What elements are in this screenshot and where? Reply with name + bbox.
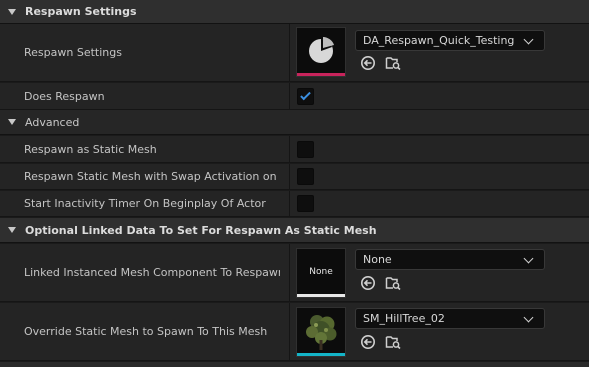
browse-folder-icon[interactable] (385, 275, 401, 291)
category-advanced[interactable]: Advanced (0, 110, 589, 135)
asset-thumbnail[interactable] (296, 27, 346, 77)
property-label: Respawn Settings (24, 46, 122, 59)
collapse-triangle-icon[interactable] (8, 227, 16, 233)
component-picker-value: None (363, 253, 392, 266)
asset-thumbnail[interactable] (296, 307, 346, 357)
column-divider[interactable] (289, 244, 290, 301)
does-respawn-checkbox[interactable] (297, 88, 314, 105)
browse-folder-icon[interactable] (385, 55, 401, 71)
details-panel: Respawn Settings Respawn Settings DA_Res… (0, 0, 589, 367)
respawn-as-static-mesh-checkbox[interactable] (297, 141, 314, 158)
static-mesh-picker-combo[interactable]: SM_HillTree_02 (355, 308, 545, 329)
category-title: Advanced (25, 115, 80, 129)
column-divider[interactable] (289, 303, 290, 360)
chevron-down-icon (523, 312, 534, 323)
collapse-triangle-icon[interactable] (8, 8, 16, 15)
property-row-linked-instanced-mesh: Linked Instanced Mesh Component To Respa… (0, 244, 589, 302)
property-label: Respawn Static Mesh with Swap Activation… (24, 170, 280, 183)
property-label: Linked Instanced Mesh Component To Respa… (24, 266, 280, 279)
component-picker-combo[interactable]: None (355, 249, 545, 270)
use-selected-arrow-icon[interactable] (360, 275, 376, 291)
category-title: Respawn Settings (25, 5, 137, 18)
asset-picker-value: DA_Respawn_Quick_Testing (363, 34, 515, 47)
chevron-down-icon (523, 34, 534, 45)
property-row-does-respawn: Does Respawn (0, 83, 589, 110)
static-mesh-picker-value: SM_HillTree_02 (363, 312, 445, 325)
category-optional-linked-data[interactable]: Optional Linked Data To Set For Respawn … (0, 218, 589, 243)
property-row-start-inactivity-timer: Start Inactivity Timer On Beginplay Of A… (0, 191, 589, 217)
data-asset-pie-icon (309, 37, 334, 63)
column-divider[interactable] (289, 164, 290, 189)
property-row-respawn-settings: Respawn Settings DA_Respawn_Quick_Testin… (0, 24, 589, 82)
property-row-respawn-as-static-mesh: Respawn as Static Mesh (0, 136, 589, 163)
column-divider[interactable] (289, 191, 290, 216)
property-row-respawn-swap-activation: Respawn Static Mesh with Swap Activation… (0, 164, 589, 190)
property-label: Does Respawn (24, 89, 105, 103)
asset-type-color-bar (297, 353, 345, 356)
start-inactivity-timer-checkbox[interactable] (297, 195, 314, 212)
asset-picker-combo[interactable]: DA_Respawn_Quick_Testing (355, 30, 545, 51)
checkmark-icon (300, 89, 311, 101)
column-divider[interactable] (289, 136, 290, 162)
collapse-triangle-icon[interactable] (8, 119, 16, 125)
respawn-swap-activation-checkbox[interactable] (297, 168, 314, 185)
property-row-override-static-mesh: Override Static Mesh to Spawn To This Me… (0, 303, 589, 361)
property-label: Respawn as Static Mesh (24, 142, 157, 156)
next-category-header-partial (0, 362, 589, 367)
asset-type-color-bar (297, 73, 345, 76)
tree-mesh-preview-icon (297, 308, 345, 353)
chevron-down-icon (523, 253, 534, 264)
category-respawn-settings[interactable]: Respawn Settings (0, 0, 589, 24)
property-label: Override Static Mesh to Spawn To This Me… (24, 325, 268, 338)
column-divider[interactable] (289, 83, 290, 109)
property-label: Start Inactivity Timer On Beginplay Of A… (24, 197, 266, 210)
asset-type-color-bar (297, 294, 345, 297)
category-title: Optional Linked Data To Set For Respawn … (25, 223, 377, 237)
use-selected-arrow-icon[interactable] (360, 334, 376, 350)
asset-thumbnail[interactable]: None (296, 248, 346, 298)
thumbnail-none-text: None (309, 267, 333, 277)
use-selected-arrow-icon[interactable] (360, 55, 376, 71)
column-divider[interactable] (289, 24, 290, 81)
browse-folder-icon[interactable] (385, 334, 401, 350)
